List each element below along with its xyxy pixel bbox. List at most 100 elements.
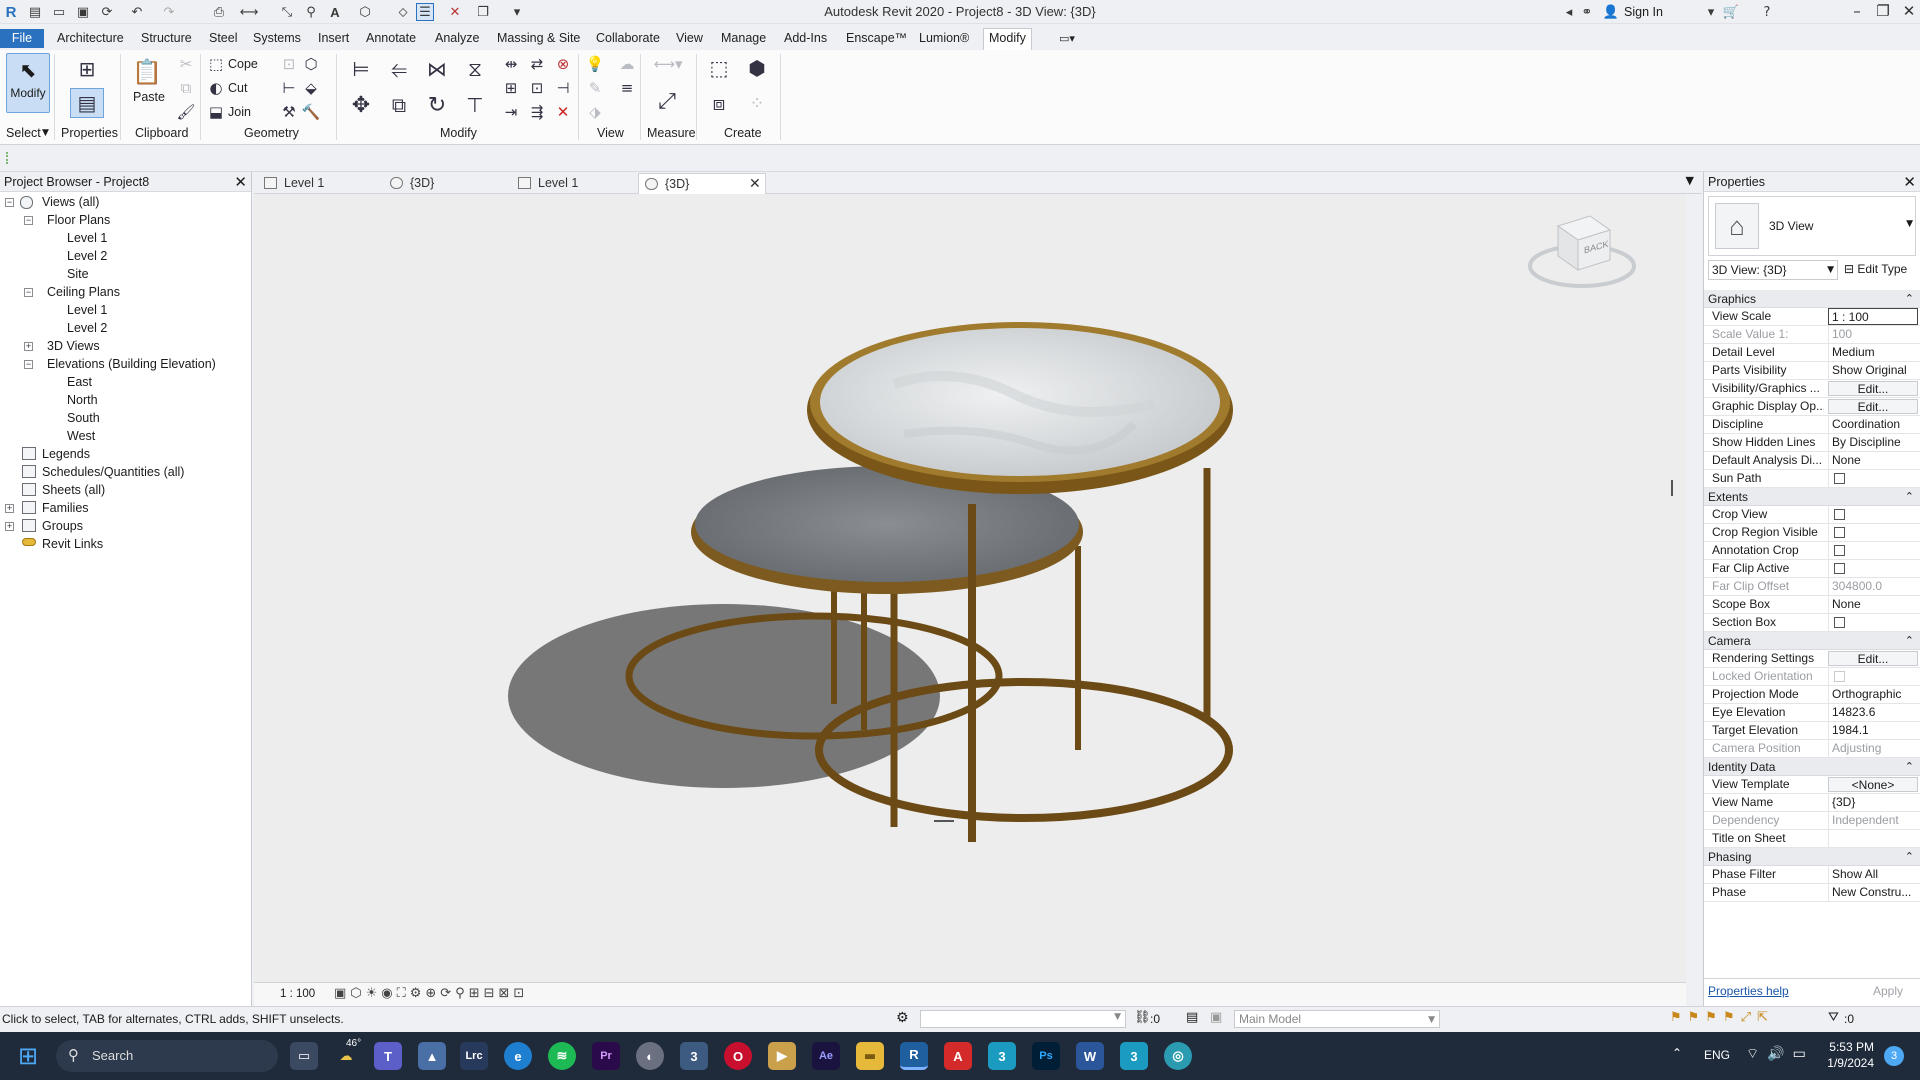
view-name-input[interactable]: {3D} xyxy=(1828,794,1918,811)
3ds-max-second-icon[interactable]: 3 xyxy=(1120,1042,1148,1070)
collapse-views-icon[interactable]: − xyxy=(5,198,14,207)
unpin-icon[interactable]: ⊗ xyxy=(552,53,574,75)
rendering-edit-button[interactable]: Edit... xyxy=(1828,651,1918,666)
tree-sheets[interactable]: Sheets (all) xyxy=(42,481,105,499)
instance-filter-select[interactable]: 3D View: {3D} ▼ xyxy=(1708,260,1838,280)
selection-options-icons[interactable]: ⚑⚑⚑⚑⤢⇱ xyxy=(1670,1010,1774,1025)
tree-elevation-south[interactable]: South xyxy=(67,409,100,427)
default-analysis-select[interactable]: None xyxy=(1828,452,1918,469)
revit-taskbar-icon[interactable]: R xyxy=(900,1042,928,1070)
projection-mode-select[interactable]: Orthographic xyxy=(1828,686,1918,703)
tree-elevations[interactable]: Elevations (Building Elevation) xyxy=(47,355,216,373)
tab-list-dropdown-icon[interactable]: ▼ xyxy=(1686,174,1694,187)
expand-left-icon[interactable]: ◂ xyxy=(1560,3,1578,21)
tab-insert[interactable]: Insert xyxy=(313,29,354,48)
create-parts-icon[interactable]: ⬢ xyxy=(742,53,772,83)
mirror-pick-axis-icon[interactable]: ⋈ xyxy=(422,54,452,84)
design-option-toggle-icon[interactable]: ▣ xyxy=(1210,1010,1222,1025)
collapse-elevations-icon[interactable]: − xyxy=(24,360,33,369)
move-icon[interactable]: ✥ xyxy=(346,90,376,120)
title-on-sheet-input[interactable] xyxy=(1828,830,1918,847)
tree-floor-plan-site[interactable]: Site xyxy=(67,265,89,283)
copy-clipboard-icon[interactable]: ⧉ xyxy=(175,77,197,99)
offset-icon[interactable]: ⥢ xyxy=(384,54,414,84)
taskbar-date[interactable]: 1/9/2024 xyxy=(1808,1056,1874,1070)
sign-in-link[interactable]: Sign In xyxy=(1624,5,1663,19)
cart-icon[interactable]: 🛒 xyxy=(1722,3,1740,21)
hidden-lines-select[interactable]: By Discipline xyxy=(1828,434,1918,451)
filter-icon[interactable]: ⛛ xyxy=(1828,1010,1839,1025)
tree-groups[interactable]: Groups xyxy=(42,517,83,535)
trim-single-icon[interactable]: ⇥ xyxy=(500,101,522,123)
3d-viewport[interactable]: BACK xyxy=(254,194,1686,982)
create-group-icon[interactable]: ⧈ xyxy=(704,88,734,118)
edge-icon[interactable]: e xyxy=(504,1042,532,1070)
globe-app-icon[interactable]: ◎ xyxy=(1164,1042,1192,1070)
dropdown-icon[interactable]: ▾ xyxy=(1702,3,1720,21)
collapse-ceiling-plans-icon[interactable]: − xyxy=(24,288,33,297)
teams-icon[interactable]: T xyxy=(374,1042,402,1070)
pin-icon[interactable]: ⊣ xyxy=(552,77,574,99)
split-gap-icon[interactable]: ⇄ xyxy=(526,53,548,75)
collapse-floor-plans-icon[interactable]: − xyxy=(24,216,33,225)
tree-views-all[interactable]: Views (all) xyxy=(42,193,99,211)
expand-groups-icon[interactable]: + xyxy=(5,522,14,531)
far-clip-checkbox[interactable] xyxy=(1834,563,1845,574)
opera-icon[interactable]: O xyxy=(724,1042,752,1070)
tab-analyze[interactable]: Analyze xyxy=(430,29,484,48)
wall-edit-icon[interactable]: 🔨 xyxy=(300,101,322,123)
tab-lumion[interactable]: Lumion® xyxy=(914,29,974,48)
section-box-checkbox[interactable] xyxy=(1834,617,1845,628)
view-tab-3d-active[interactable]: {3D} ✕ xyxy=(638,173,766,194)
copy-icon[interactable]: ⧉ xyxy=(384,90,414,120)
tab-modify[interactable]: Modify xyxy=(983,28,1032,50)
collapse-chevron-icon[interactable]: ⌃ xyxy=(1905,632,1914,650)
workset-dropdown-icon[interactable]: ▼ xyxy=(1114,1012,1121,1022)
cope-icon[interactable]: ⬚ xyxy=(205,53,227,75)
tab-architecture[interactable]: Architecture xyxy=(52,29,129,48)
view-tab-level-1-second[interactable]: Level 1 xyxy=(512,173,634,194)
tab-massing-site[interactable]: Massing & Site xyxy=(492,29,585,48)
windows-start-icon[interactable]: ⊞ xyxy=(18,1042,38,1070)
tab-steel[interactable]: Steel xyxy=(204,29,243,48)
ribbon-display-toggle-icon[interactable]: ▭▾ xyxy=(1054,29,1080,48)
instance-dropdown-icon[interactable]: ▼ xyxy=(1827,261,1834,279)
cut-profile-icon[interactable]: ⬗ xyxy=(584,101,606,123)
3d-model-render[interactable] xyxy=(254,194,1686,982)
tab-collaborate[interactable]: Collaborate xyxy=(591,29,665,48)
rotate-icon[interactable]: ↻ xyxy=(422,90,452,120)
file-explorer-icon[interactable]: ▬ xyxy=(856,1042,884,1070)
paste-label[interactable]: Paste xyxy=(133,90,165,104)
horizontal-scroll-handle[interactable] xyxy=(934,820,954,822)
editable-only-icon[interactable]: ⛓ xyxy=(1134,1010,1151,1025)
align-icon[interactable]: ⊨ xyxy=(346,54,376,84)
tree-floor-plan-level-2[interactable]: Level 2 xyxy=(67,247,107,265)
collapse-chevron-icon[interactable]: ⌃ xyxy=(1905,848,1914,866)
select-dropdown-icon[interactable]: ▼ xyxy=(42,128,49,138)
create-similar-icon[interactable]: ⁘ xyxy=(742,88,772,118)
paste-icon[interactable]: 📋 xyxy=(132,55,162,89)
tree-schedules[interactable]: Schedules/Quantities (all) xyxy=(42,463,184,481)
category-camera[interactable]: Camera ⌃ xyxy=(1704,632,1920,650)
close-window-icon[interactable]: ✕ xyxy=(1896,2,1920,22)
detail-level-select[interactable]: Medium xyxy=(1828,344,1918,361)
tree-revit-links[interactable]: Revit Links xyxy=(42,535,103,553)
crop-view-checkbox[interactable] xyxy=(1834,509,1845,520)
panel-label-select[interactable]: Select xyxy=(6,126,41,140)
3ds-max-icon[interactable]: 3 xyxy=(680,1042,708,1070)
category-identity-data[interactable]: Identity Data ⌃ xyxy=(1704,758,1920,776)
minimize-icon[interactable]: – xyxy=(1844,2,1870,22)
beam-join-icon[interactable]: ⊢ xyxy=(278,77,300,99)
sun-path-checkbox[interactable] xyxy=(1834,473,1845,484)
paint-icon[interactable]: ⬙ xyxy=(300,77,322,99)
phase-filter-select[interactable]: Show All xyxy=(1828,866,1918,883)
tab-manage[interactable]: Manage xyxy=(716,29,771,48)
type-properties-icon[interactable]: ⊞ xyxy=(70,55,104,83)
taskbar-time[interactable]: 5:53 PM xyxy=(1808,1040,1874,1054)
media-player-icon[interactable]: ▶ xyxy=(768,1042,796,1070)
tab-view[interactable]: View xyxy=(671,29,708,48)
properties-help-link[interactable]: Properties help xyxy=(1708,984,1789,998)
photoshop-icon[interactable]: Ps xyxy=(1032,1042,1060,1070)
premiere-icon[interactable]: Pr xyxy=(592,1042,620,1070)
category-extents[interactable]: Extents ⌃ xyxy=(1704,488,1920,506)
